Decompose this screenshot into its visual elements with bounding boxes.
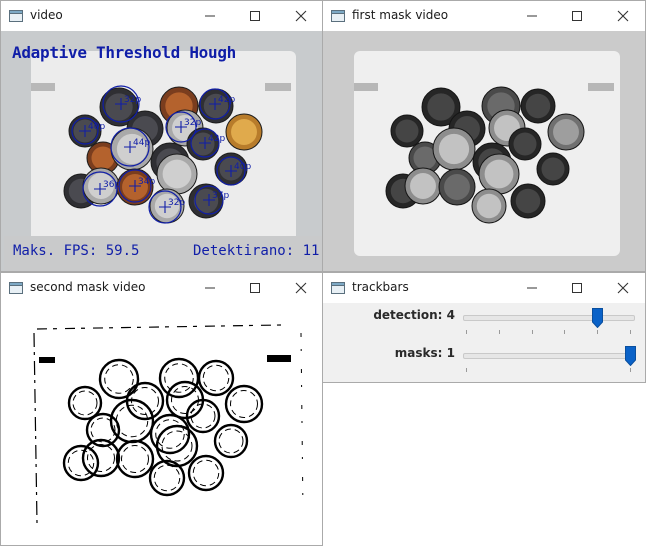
bottle-cap-inner [395,119,419,143]
masks-slider-track[interactable] [463,353,635,359]
slider-tick [630,330,631,334]
bottle-cap-inner [162,159,192,189]
second-mask-titlebar[interactable]: second mask video [1,273,322,303]
slider-tick [630,368,631,372]
first-mask-titlebar[interactable]: first mask video [323,1,645,31]
detection-slider-label: detection: 4 [373,308,455,322]
detection-label: 40p [234,162,251,172]
first-mask-window: first mask video [322,0,646,272]
second-mask-frame [1,303,322,545]
bottle-cap-inner [427,93,455,121]
bottle-cap-inner [525,93,551,119]
detection-slider-track[interactable] [463,315,635,321]
bottle-cap-inner [438,133,470,165]
trackbars-panel: detection: 4 masks: 1 [323,303,645,382]
minimize-icon[interactable] [201,279,219,297]
video-titlebar[interactable]: video [1,1,322,31]
app-window-icon [331,282,345,294]
minimize-icon[interactable] [201,7,219,25]
fps-readout: Maks. FPS: 59.5 [13,243,140,259]
video-window: video 32p 42p 32p 40p 44p 42p 40p 36p 34p 32p 37p … [0,0,323,272]
maximize-icon[interactable] [246,279,264,297]
video-frame-image: 32p 42p 32p 40p 44p 42p 40p 36p 34p 32p 37p [1,31,322,271]
app-window-icon [331,10,345,22]
slider-tick [466,330,467,334]
bottle-cap-inner [476,193,502,219]
close-icon[interactable] [614,279,632,297]
first-mask-frame [323,31,645,271]
close-icon[interactable] [292,279,310,297]
bottle-cap-inner [553,119,579,145]
slider-tick [597,330,599,334]
second-mask-window: second mask video [0,272,323,546]
first-mask-image [323,31,645,271]
bottle-cap-inner [410,173,436,199]
bottle-cap-inner [231,119,257,145]
slider-tick [564,330,566,334]
masks-slider-thumb[interactable] [624,346,636,366]
video-window-title: video [30,8,63,22]
masks-slider-label: masks: 1 [394,346,455,360]
slider-tick [498,330,500,334]
close-icon[interactable] [292,7,310,25]
detection-label: 34p [138,177,155,187]
first-mask-window-title: first mask video [352,8,449,22]
video-frame: 32p 42p 32p 40p 44p 42p 40p 36p 34p 32p 37p Adapti… [1,31,322,271]
detection-label: 40p [88,122,105,132]
detection-label: 32p [124,95,141,105]
bottle-cap-inner [484,159,514,189]
detection-label: 32p [184,118,201,128]
second-mask-window-title: second mask video [30,280,146,294]
detected-count: Detektirano: 11 [193,243,320,259]
detection-label: 44p [133,138,150,148]
minimize-icon[interactable] [523,7,541,25]
app-window-icon [9,282,23,294]
trackbars-window: trackbars detection: 4 masks: 1 [322,272,646,383]
bottle-cap-inner [444,174,470,200]
detection-label: 32p [168,198,185,208]
maximize-icon[interactable] [568,279,586,297]
close-icon[interactable] [614,7,632,25]
maximize-icon[interactable] [246,7,264,25]
bottle-cap-inner [513,132,537,156]
overlay-title: Adaptive Threshold Hough [12,43,236,62]
minimize-icon[interactable] [523,279,541,297]
slider-tick [531,330,533,334]
second-mask-image [1,303,322,545]
bottle-cap-inner [515,188,541,214]
trackbars-titlebar[interactable]: trackbars [323,273,645,303]
detection-label: 42p [218,95,235,105]
detection-label: 42p [208,134,225,144]
bottle-cap-inner [541,157,565,181]
detection-label: 37p [212,191,229,201]
detection-label: 36p [103,180,120,190]
trackbars-window-title: trackbars [352,280,409,294]
slider-tick [466,368,467,372]
app-window-icon [9,10,23,22]
detection-slider-thumb[interactable] [591,308,603,328]
maximize-icon[interactable] [568,7,586,25]
